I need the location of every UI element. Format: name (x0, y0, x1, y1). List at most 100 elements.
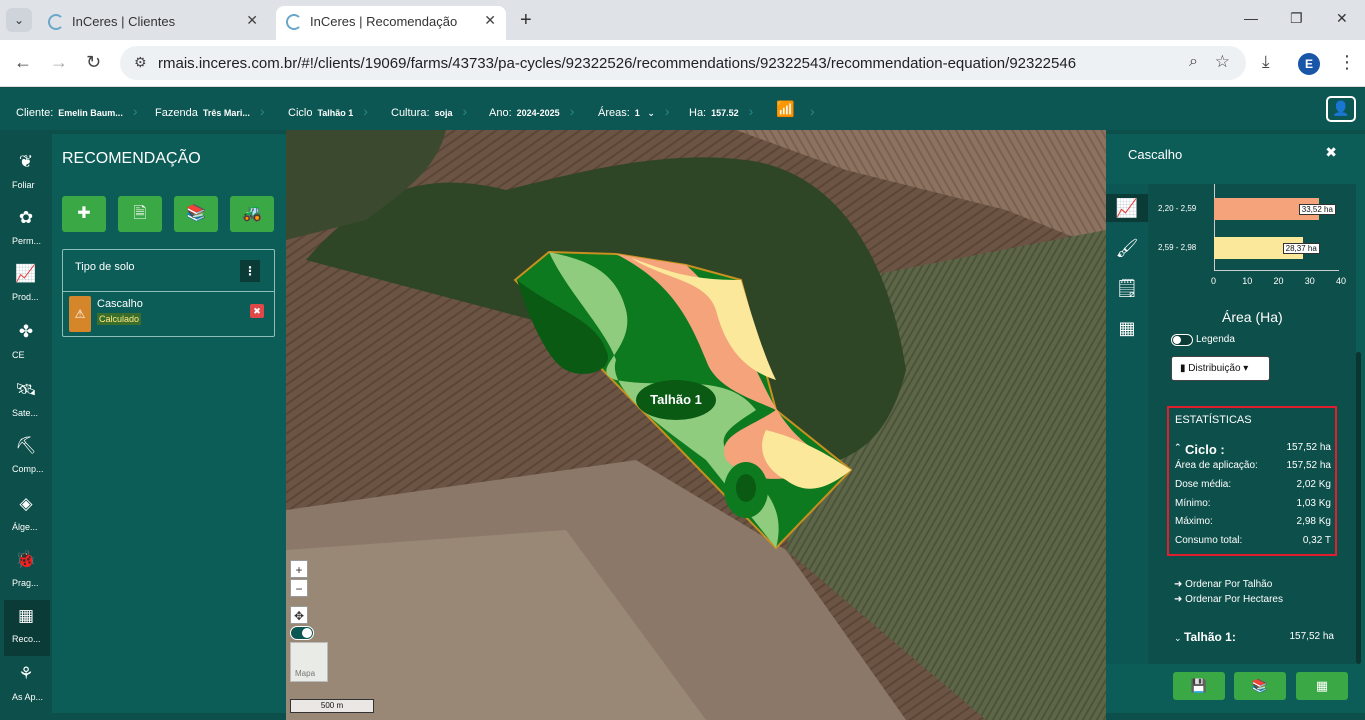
bookmark-star-icon[interactable]: ☆ (1215, 52, 1230, 72)
close-icon[interactable]: ✖ (1325, 144, 1337, 161)
rail-item-label: As Ap... (12, 692, 44, 702)
browser-menu-icon[interactable]: ⋮ (1338, 52, 1356, 73)
library-button[interactable]: 📚 (174, 196, 218, 232)
close-window-icon[interactable]: ✕ (1336, 10, 1348, 27)
x-tick-label: 40 (1336, 276, 1347, 286)
chart-tool-icon[interactable]: 📈 (1106, 194, 1148, 222)
scrollbar[interactable] (1356, 352, 1361, 664)
rail-item-label: Prag... (12, 578, 39, 588)
panel-title: RECOMENDAÇÃO (62, 150, 201, 167)
inceres-favicon-icon (286, 14, 302, 30)
stats-title: ESTATÍSTICAS (1175, 414, 1252, 426)
map-layer-toggle[interactable] (290, 626, 314, 640)
minimize-icon[interactable]: — (1244, 10, 1258, 26)
divider (63, 291, 274, 292)
new-tab-button[interactable]: + (520, 9, 532, 32)
rail-item-prag[interactable]: 🐞 Prag... (4, 544, 50, 600)
crumb-end: › (810, 103, 815, 119)
back-icon[interactable]: ← (14, 52, 32, 73)
crumb-ano[interactable]: Ano: 2024-2025 › (489, 103, 574, 119)
field-label: Talhão 1 (650, 392, 702, 407)
rail-item-alge[interactable]: ◈ Álge... (4, 488, 50, 544)
crumb-cultura[interactable]: Cultura: soja › (391, 103, 467, 119)
browser-tab-recomendacao[interactable]: InCeres | Recomendação ✕ (276, 6, 506, 40)
arrow-right-icon: ➜ (1174, 594, 1186, 605)
statistics-box: ESTATÍSTICAS ⌃ Ciclo :157,52 ha Área de a… (1167, 406, 1337, 556)
distribution-dropdown[interactable]: ▮ Distribuição ▾ (1171, 356, 1270, 381)
basemap-switcher[interactable]: Mapa (290, 642, 328, 682)
address-bar-row: ← → ↻ ⚙ rmais.inceres.com.br/#!/clients/… (0, 40, 1365, 87)
order-by-hectares-link[interactable]: ➜ Ordenar Por Hectares (1174, 594, 1283, 605)
chevron-up-icon: ⌃ (1174, 442, 1182, 452)
crumb-fazenda[interactable]: Fazenda Três Mari... › (155, 103, 265, 119)
sprout-icon: ✤ (18, 322, 34, 341)
panel-title: Cascalho (1128, 147, 1183, 162)
satellite-icon: 🛰 (15, 380, 37, 399)
rail-item-label: Foliar (12, 180, 35, 190)
arrow-right-icon: ➜ (1174, 579, 1186, 590)
user-account-button[interactable]: 👤 (1326, 96, 1356, 122)
zoom-out-button[interactable]: − (290, 579, 308, 597)
crumb-cliente[interactable]: Cliente: Emelin Baum... › (16, 103, 138, 119)
rail-item-label: Comp... (12, 464, 44, 474)
rail-item-comp[interactable]: ⛏ Comp... (4, 430, 50, 486)
calculator-icon: ▦ (1315, 678, 1329, 693)
permanent-crop-icon: ✿ (18, 208, 34, 227)
soil-item-name[interactable]: Cascalho (97, 298, 143, 310)
tractor-button[interactable]: 🚜 (230, 196, 274, 232)
pdf-button[interactable]: 🗎 (118, 196, 162, 232)
more-vert-icon[interactable]: ⋮ (240, 260, 260, 282)
left-nav-rail: ❦ Foliar ✿ Perm... 📈 Prod... ✤ CE 🛰 Sate... ⛏… (0, 130, 52, 720)
compaction-icon: ⛏ (15, 436, 37, 455)
profile-avatar[interactable]: E (1298, 53, 1320, 75)
rail-item-label: CE (12, 350, 25, 360)
calculator-tool-icon[interactable]: ▦ (1113, 314, 1141, 342)
rail-item-foliar[interactable]: ❦ Foliar (4, 146, 50, 202)
rail-item-asap[interactable]: ⚘ As Ap... (4, 658, 50, 714)
rail-item-ce[interactable]: ✤ CE (4, 316, 50, 372)
rail-item-prod[interactable]: 📈 Prod... (4, 258, 50, 314)
tab-search-button[interactable]: ⌄ (6, 8, 32, 32)
books-icon: 📚 (186, 205, 206, 222)
chart-icon: 📈 (15, 264, 37, 283)
url-text[interactable]: rmais.inceres.com.br/#!/clients/19069/fa… (158, 55, 1076, 72)
panel-tools: 📈 🖌 🗒 ▦ (1106, 184, 1148, 664)
soil-type-card: Tipo de solo ⋮ ⚠ Cascalho Calculado ✖ (62, 249, 275, 337)
rail-item-sate[interactable]: 🛰 Sate... (4, 374, 50, 430)
browser-tab-clientes[interactable]: InCeres | Clientes ✕ (38, 6, 268, 40)
delete-icon[interactable]: ✖ (250, 304, 264, 318)
site-settings-icon[interactable]: ⚙ (134, 54, 147, 71)
map-canvas: Talhão 1 (286, 130, 1106, 720)
close-tab-icon[interactable]: ✕ (484, 12, 496, 29)
forward-icon[interactable]: → (50, 52, 68, 73)
rail-item-perm[interactable]: ✿ Perm... (4, 202, 50, 258)
pan-move-button[interactable]: ✥ (290, 606, 308, 624)
category-label: 2,59 - 2,98 (1158, 243, 1197, 252)
zoom-in-button[interactable]: + (290, 560, 308, 578)
satellite-map[interactable]: Talhão 1 + − ✥ Mapa 500 m (286, 130, 1106, 720)
restore-icon[interactable]: ❐ (1290, 10, 1303, 27)
zoom-icon[interactable]: ⌕ (1189, 53, 1198, 71)
paint-roller-icon[interactable]: 🖌 (1113, 234, 1141, 262)
reload-icon[interactable]: ↻ (86, 52, 101, 73)
crumb-areas[interactable]: Áreas: 1 ⌄ › (598, 103, 670, 119)
save-button[interactable]: 💾 (1173, 672, 1225, 700)
download-icon[interactable]: ⤓ (1262, 52, 1270, 72)
talhao-row[interactable]: ⌄ Talhão 1: 157,52 ha (1174, 630, 1334, 644)
library-button[interactable]: 📚 (1234, 672, 1286, 700)
legend-toggle[interactable] (1171, 334, 1193, 346)
close-tab-icon[interactable]: ✕ (246, 12, 258, 29)
rail-item-reco[interactable]: ▦ Reco... (4, 600, 50, 656)
url-bar[interactable]: ⚙ rmais.inceres.com.br/#!/clients/19069/… (120, 46, 1246, 80)
map-scale: 500 m (290, 699, 374, 713)
leaf-icon: ❦ (18, 152, 34, 171)
add-button[interactable]: ✚ (62, 196, 106, 232)
calculator-button[interactable]: ▦ (1296, 672, 1348, 700)
card-header: Tipo de solo (75, 261, 135, 273)
x-tick-label: 0 (1211, 276, 1217, 286)
crumb-ciclo[interactable]: Ciclo Talhão 1 › (288, 103, 368, 119)
order-by-talhao-link[interactable]: ➜ Ordenar Por Talhão (1174, 579, 1272, 590)
document-tool-icon[interactable]: 🗒 (1113, 274, 1141, 302)
x-tick-label: 20 (1273, 276, 1284, 286)
app-header: Cliente: Emelin Baum... › Fazenda Três Mari… (0, 88, 1365, 130)
